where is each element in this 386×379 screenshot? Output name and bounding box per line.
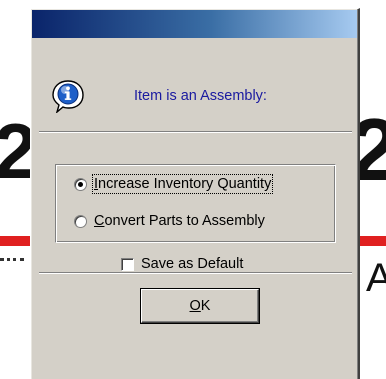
- separator-top: [39, 131, 352, 133]
- save-default-label[interactable]: Save as Default: [141, 256, 243, 272]
- save-default-checkbox[interactable]: [121, 257, 134, 271]
- background-glyph-a: A: [366, 256, 386, 300]
- radio-convert-accel: C: [94, 213, 105, 229]
- assembly-dialog: Item is an Assembly: Increase Inventory …: [30, 8, 360, 379]
- ok-button[interactable]: OK: [141, 289, 259, 323]
- separator-bottom: [39, 272, 352, 274]
- background-red-bar-left: [0, 236, 30, 246]
- background-dots: [0, 258, 24, 267]
- radio-convert-label[interactable]: Convert Parts to Assembly: [94, 213, 265, 229]
- radio-button-selected[interactable]: [74, 177, 87, 191]
- save-default-checkbox-row[interactable]: Save as Default: [121, 256, 243, 272]
- radio-convert-parts[interactable]: Convert Parts to Assembly: [74, 210, 265, 232]
- ok-text: K: [200, 298, 211, 314]
- assembly-option-group: Increase Inventory Quantity Convert Part…: [55, 164, 336, 243]
- screen: 2 2 A Item is an Assembly: Increase Inve…: [0, 0, 386, 379]
- radio-increase-label[interactable]: Increase Inventory Quantity: [91, 174, 274, 194]
- ok-accel: O: [189, 298, 201, 314]
- radio-increase-inventory[interactable]: Increase Inventory Quantity: [74, 173, 274, 195]
- info-icon: [51, 79, 85, 114]
- radio-button-unselected[interactable]: [74, 214, 87, 228]
- dialog-message: Item is an Assembly:: [134, 88, 267, 104]
- dialog-titlebar[interactable]: [32, 10, 357, 38]
- radio-convert-text: onvert Parts to Assembly: [104, 213, 265, 229]
- radio-increase-text: ncrease Inventory Quantity: [98, 176, 272, 192]
